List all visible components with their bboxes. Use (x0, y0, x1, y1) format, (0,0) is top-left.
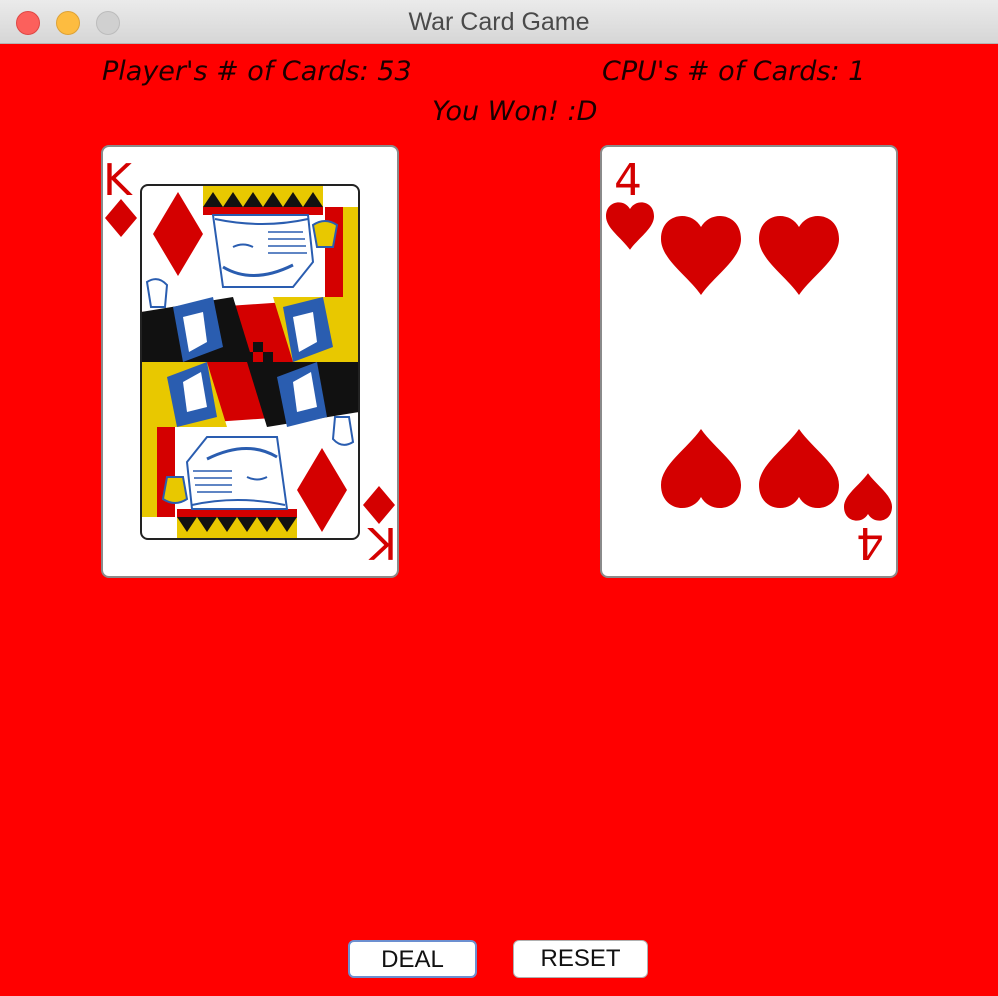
heart-icon (844, 473, 892, 521)
four-of-hearts-face: 4 4 (606, 155, 892, 568)
reset-button[interactable]: RESET (513, 940, 648, 978)
player-card: K K (101, 145, 399, 578)
player-card-rank-bottom: K (367, 517, 397, 568)
player-card-count: Player's # of Cards: 53 (102, 56, 412, 87)
app-window: War Card Game Player's # of Cards: 53 CP… (0, 0, 998, 996)
heart-icon (759, 215, 839, 295)
heart-icon (759, 429, 839, 509)
heart-icon (661, 215, 741, 295)
game-table: Player's # of Cards: 53 CPU's # of Cards… (0, 44, 998, 996)
title-bar[interactable]: War Card Game (0, 0, 998, 44)
deal-button[interactable]: DEAL (348, 940, 477, 978)
cpu-card-count: CPU's # of Cards: 1 (602, 56, 866, 87)
king-of-diamonds-face: K K (103, 155, 397, 568)
round-result: You Won! :D (432, 96, 598, 127)
heart-icon (606, 202, 654, 250)
window-title: War Card Game (408, 8, 590, 36)
player-card-rank-top: K (103, 155, 133, 206)
cpu-card: 4 4 (600, 145, 898, 578)
king-portrait (141, 185, 359, 539)
cpu-card-rank-bottom: 4 (856, 517, 884, 568)
cpu-card-rank-top: 4 (614, 155, 642, 206)
heart-icon (661, 429, 741, 509)
